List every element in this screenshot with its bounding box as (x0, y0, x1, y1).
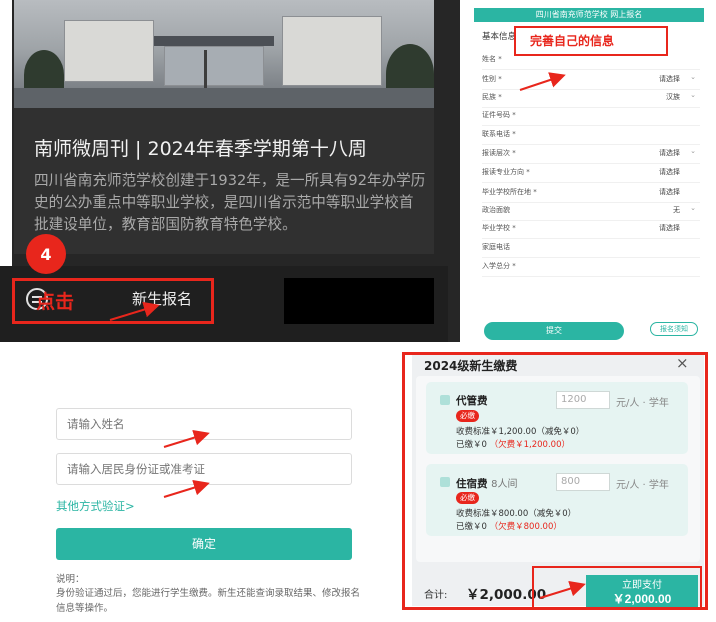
annotation-arrows (109, 72, 586, 599)
arrow-pay (539, 580, 586, 599)
arrow-form (519, 72, 566, 91)
arrow-menu (109, 301, 160, 321)
arrow-id (163, 479, 210, 498)
arrow-name (163, 429, 210, 448)
